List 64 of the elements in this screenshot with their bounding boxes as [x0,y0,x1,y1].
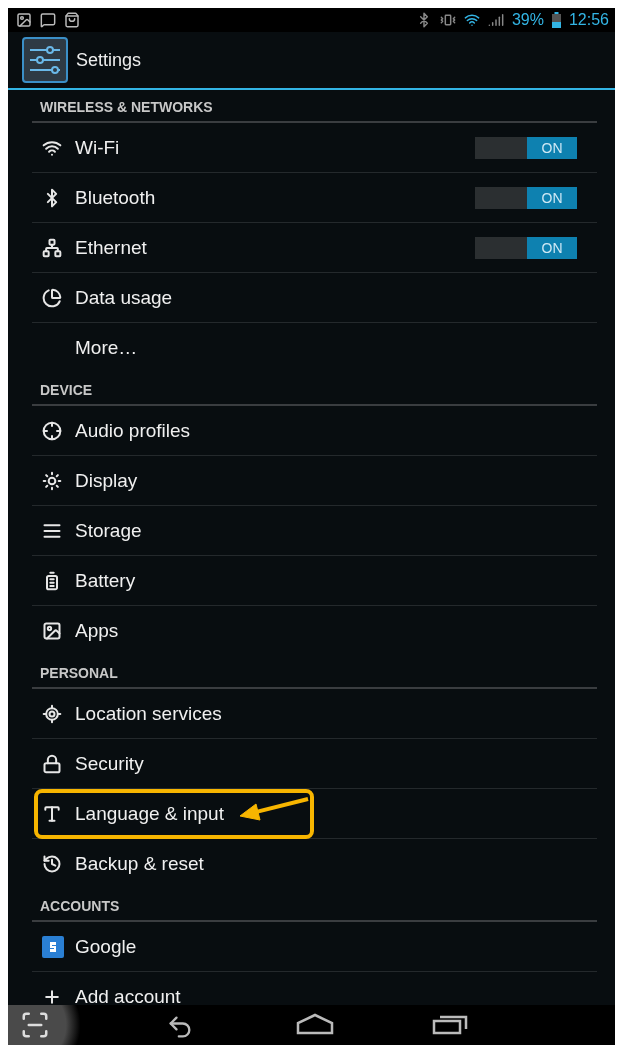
clock: 12:56 [568,11,609,29]
section-header: DEVICE [40,382,93,398]
history-icon [42,854,62,874]
plus-icon [42,987,62,1005]
screen-title: Settings [76,49,142,71]
scan-frame-icon [20,1010,50,1040]
settings-item[interactable]: Backup & reset [32,839,597,889]
home-button[interactable] [296,1013,334,1035]
image-icon [42,621,62,641]
toggle-switch[interactable]: ON [475,136,577,159]
toggle-switch[interactable]: ON [475,186,577,209]
wifi-icon [463,12,480,28]
item-label: Apps [75,620,119,642]
item-label: Storage [75,519,142,542]
item-label: Display [75,469,138,492]
brightness-icon [42,470,62,491]
message-icon [40,12,56,28]
item-label: Battery [75,569,136,592]
settings-item[interactable]: Audio profiles [32,406,597,456]
settings-item[interactable]: Wi-Fi ON [32,123,597,173]
settings-item[interactable]: Display [32,456,597,506]
battery-percent: 39% [511,11,544,29]
picture-icon [16,12,32,28]
item-label: Google [75,935,137,958]
section-header: WIRELESS & NETWORKS [40,99,213,115]
item-label: Wi-Fi [75,136,120,159]
settings-item[interactable]: Ethernet ON [32,223,597,273]
network-icon [42,237,62,258]
item-label: Language & input [75,802,224,825]
recent-apps-button[interactable] [432,1013,468,1035]
item-label: Ethernet [75,236,147,259]
settings-item[interactable]: Data usage [32,273,597,323]
settings-item[interactable]: Add account [32,972,597,1005]
item-label: Backup & reset [75,853,204,875]
pointer-arrow [238,795,310,821]
settings-item[interactable]: Location services [32,689,597,739]
settings-item[interactable]: Bluetooth ON [32,173,597,223]
settings-item[interactable]: More… [32,323,597,373]
settings-item[interactable]: Google [32,922,597,972]
pie-chart-icon [42,287,62,308]
section-header: PERSONAL [40,665,118,681]
location-icon [42,703,62,724]
settings-item[interactable]: Battery [32,556,597,606]
settings-item[interactable]: Security [32,739,597,789]
item-label: Audio profiles [75,419,191,442]
toggle-switch[interactable]: ON [475,236,577,259]
item-label: Bluetooth [75,186,156,209]
settings-app-icon[interactable] [22,37,68,83]
settings-item[interactable]: Apps [32,606,597,656]
item-label: Data usage [75,286,173,309]
settings-item[interactable]: Storage [32,506,597,556]
settings-item[interactable]: Language & input [32,789,597,839]
item-label: Location services [75,702,222,725]
signal-icon [487,12,504,28]
lock-icon [42,753,62,774]
item-label: Add account [75,986,181,1005]
vibrate-icon [439,12,456,28]
item-label: Security [75,752,144,775]
keyboard-letter-icon [42,803,62,824]
item-label: More… [75,337,138,359]
bag-icon [64,12,80,28]
battery-icon [551,12,561,28]
section-header: ACCOUNTS [40,898,120,914]
crosshair-icon [42,420,62,441]
